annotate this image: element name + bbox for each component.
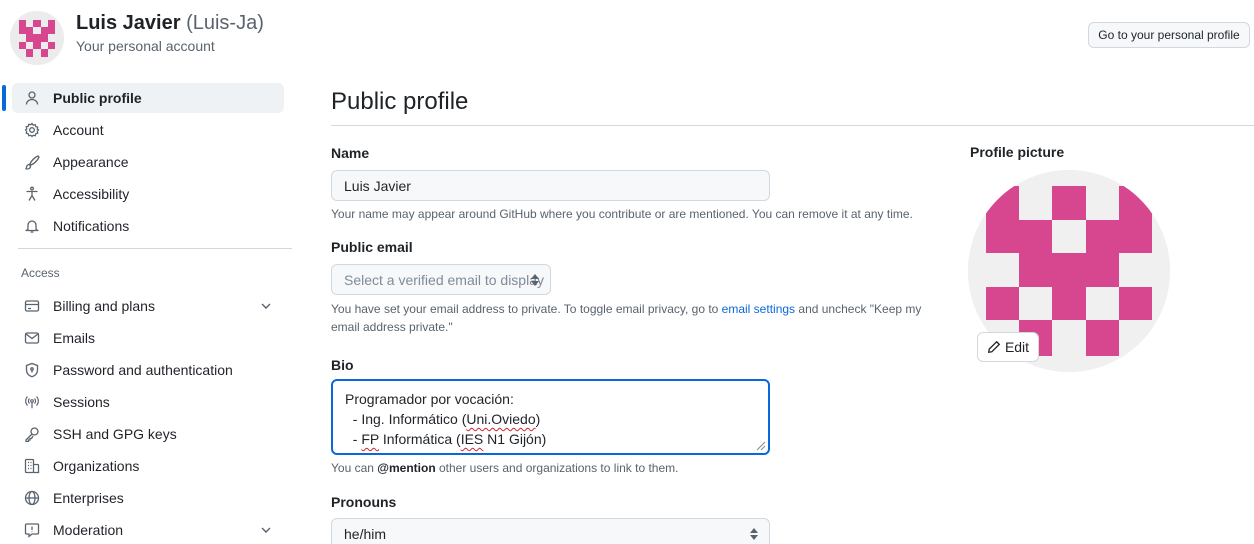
mail-icon [22,328,42,348]
edit-profile-picture-button[interactable]: Edit [977,332,1039,362]
sidebar-item-public-profile[interactable]: Public profile [12,83,284,113]
sidebar-item-accessibility[interactable]: Accessibility [12,179,284,209]
spelling-error: FP [361,431,379,447]
sidebar-item-account[interactable]: Account [12,115,284,145]
email-help-text: You have set your email address to priva… [331,302,719,316]
key-icon [22,424,42,444]
sidebar-item-label: Billing and plans [53,298,155,314]
sidebar-item-label: Appearance [53,154,129,170]
sidebar-group-heading: Access [21,266,60,280]
email-help-text-line2: email address private." [331,320,453,334]
pronouns-select[interactable]: he/him [331,518,770,544]
sidebar-item-password[interactable]: Password and authentication [12,355,284,385]
organization-icon [22,456,42,476]
shield-lock-icon [22,360,42,380]
bio-line-3a: - [345,431,362,447]
sidebar-item-label: Notifications [53,218,130,234]
page-title: Public profile [331,88,469,115]
chevron-down-icon[interactable] [258,522,274,538]
sidebar-item-label: Organizations [53,458,140,474]
account-subtitle: Your personal account [76,38,215,54]
sidebar-item-label: Accessibility [53,186,130,202]
chevron-down-icon[interactable] [258,298,274,314]
account-handle: (Luis-Ja) [186,12,264,34]
bio-textarea[interactable]: Programador por vocación: - Ing. Informá… [331,379,770,455]
gear-icon [22,120,42,140]
broadcast-icon [22,392,42,412]
bell-icon [22,216,42,236]
sidebar-item-label: SSH and GPG keys [53,426,177,442]
sidebar-item-ssh-gpg-keys[interactable]: SSH and GPG keys [12,419,284,449]
spelling-error: IES [460,431,484,447]
public-email-placeholder: Select a verified email to display [344,271,544,288]
name-label: Name [331,145,370,161]
bio-line-3c: N1 Gijón) [483,431,547,447]
name-field[interactable]: Luis Javier [331,170,770,201]
go-to-personal-profile-button[interactable]: Go to your personal profile [1088,22,1250,48]
public-email-label: Public email [331,239,413,255]
sidebar-item-billing[interactable]: Billing and plans [12,291,284,321]
sidebar-item-label: Sessions [53,394,110,410]
person-icon [22,88,42,108]
sidebar-item-label: Public profile [53,90,142,106]
title-divider [331,125,1254,126]
name-help: Your name may appear around GitHub where… [331,207,913,221]
paintbrush-icon [22,152,42,172]
bio-line-3b: Informática ( [378,431,461,447]
pronouns-label: Pronouns [331,494,397,510]
account-avatar [10,11,64,65]
sidebar-divider [18,248,292,249]
sidebar-item-label: Emails [53,330,96,346]
sidebar-item-appearance[interactable]: Appearance [12,147,284,177]
edit-label: Edit [1004,339,1030,355]
bio-line-1: Programador por vocación: [345,391,514,407]
profile-picture-label: Profile picture [970,144,1065,160]
bio-help: You can @mention other users and organiz… [331,459,678,477]
resize-handle-icon[interactable] [756,441,766,451]
sidebar-item-enterprises[interactable]: Enterprises [12,483,284,513]
credit-card-icon [22,296,42,316]
sidebar-item-organizations[interactable]: Organizations [12,451,284,481]
sidebar-item-notifications[interactable]: Notifications [12,211,284,241]
bio-help-text: You can [331,461,374,475]
bio-line-2a: - Ing. Informático ( [345,411,467,427]
active-indicator [2,85,6,111]
sidebar-item-emails[interactable]: Emails [12,323,284,353]
email-help-text-after: and uncheck "Keep my [798,302,922,316]
public-email-help: You have set your email address to priva… [331,300,921,336]
account-display-name: Luis Javier [76,12,181,34]
accessibility-icon [22,184,42,204]
public-email-select[interactable]: Select a verified email to display [331,264,551,295]
pencil-icon [987,340,1001,354]
sidebar-item-moderation[interactable]: Moderation [12,515,284,544]
mention-keyword: @mention [377,461,436,475]
sidebar-item-label: Moderation [53,522,124,538]
sidebar-item-label: Account [53,122,104,138]
report-icon [22,520,42,540]
spelling-error: Uni.Oviedo [466,411,536,427]
select-arrows-icon [750,528,758,540]
bio-line-2b: ) [535,411,541,427]
email-settings-link[interactable]: email settings [722,302,795,316]
globe-icon [22,488,42,508]
pronouns-value: he/him [344,525,387,542]
identicon-small [10,11,64,65]
sidebar-item-label: Password and authentication [53,362,233,378]
select-arrows-icon [531,274,539,286]
account-name[interactable]: Luis Javier (Luis-Ja) [76,12,264,35]
bio-label: Bio [331,357,354,373]
sidebar-item-sessions[interactable]: Sessions [12,387,284,417]
name-value: Luis Javier [344,177,411,194]
bio-help-text-after: other users and organizations to link to… [439,461,679,475]
sidebar-item-label: Enterprises [53,490,124,506]
